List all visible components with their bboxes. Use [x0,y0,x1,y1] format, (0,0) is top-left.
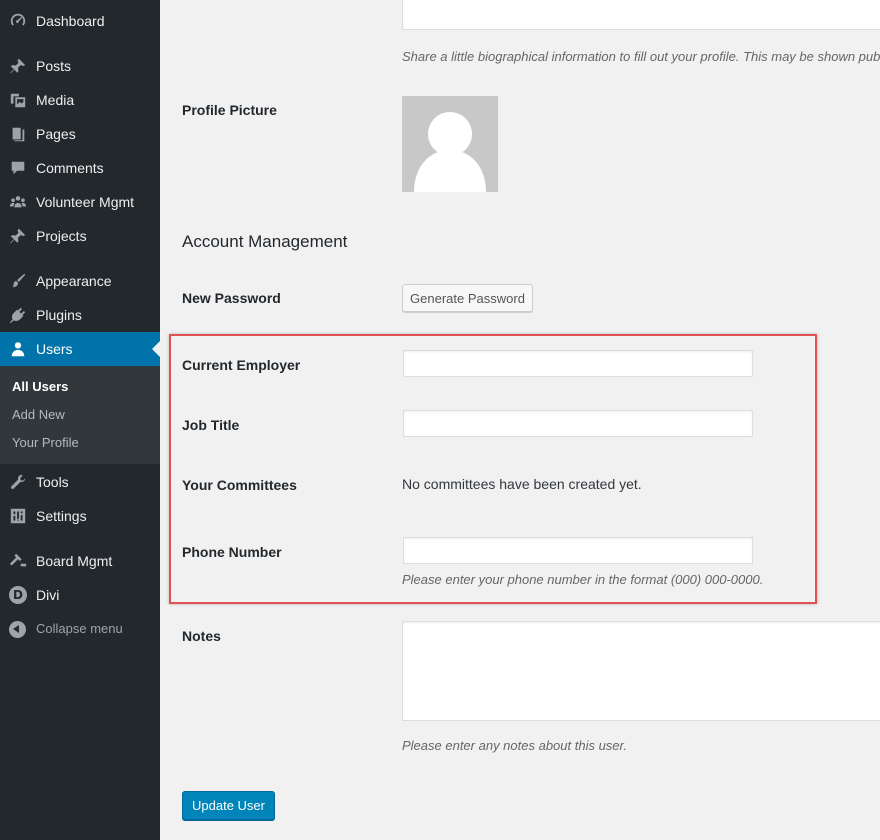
menu-label: Settings [36,508,87,524]
menu-label: Appearance [36,273,112,289]
job-title-input[interactable] [403,410,753,437]
collapse-menu-button[interactable]: Collapse menu [0,618,160,642]
menu-item-comments[interactable]: Comments [0,151,160,185]
profile-form: Share a little biographical information … [160,0,880,840]
notes-textarea[interactable] [402,621,880,721]
menu-item-divi[interactable]: D Divi [0,578,160,612]
menu-item-projects[interactable]: Projects [0,219,160,253]
wrench-icon [8,472,28,492]
menu-label: Comments [36,160,104,176]
avatar [402,96,498,192]
generate-password-button[interactable]: Generate Password [402,284,533,312]
pages-icon [8,124,28,144]
new-password-label: New Password [182,290,281,306]
notes-description: Please enter any notes about this user. [402,738,627,753]
menu-item-volunteer-mgmt[interactable]: Volunteer Mgmt [0,185,160,219]
notes-label: Notes [182,628,221,644]
menu-label: Volunteer Mgmt [36,194,135,210]
menu-label: Users [36,341,73,357]
users-submenu: All Users Add New Your Profile [0,366,160,464]
phone-number-input[interactable] [403,537,753,564]
menu-label: Pages [36,126,76,142]
phone-number-label: Phone Number [182,544,282,560]
menu-label: Posts [36,58,72,74]
comment-icon [8,158,28,178]
admin-sidebar: Dashboard Posts Media Pages Comments Vol… [0,0,160,840]
menu-item-board-mgmt[interactable]: Board Mgmt [0,544,160,578]
committees-status-text: No committees have been created yet. [402,476,642,492]
pin-icon [8,226,28,246]
menu-item-plugins[interactable]: Plugins [0,298,160,332]
submenu-add-new[interactable]: Add New [12,407,65,422]
profile-picture-label: Profile Picture [182,102,277,118]
collapse-menu-label: Collapse menu [36,621,123,636]
job-title-label: Job Title [182,417,240,433]
groups-icon [8,192,28,212]
paintbrush-icon [8,271,28,291]
pin-icon [8,56,28,76]
phone-number-description: Please enter your phone number in the fo… [402,572,764,587]
menu-item-posts[interactable]: Posts [0,49,160,83]
menu-label: Media [36,92,75,108]
hammer-icon [8,551,28,571]
menu-label: Projects [36,228,87,244]
plugin-icon [8,305,28,325]
media-icon [8,90,28,110]
section-title-account-management: Account Management [182,232,348,251]
biographical-info-textarea[interactable] [402,0,880,30]
menu-item-tools[interactable]: Tools [0,465,160,499]
menu-label: Dashboard [36,13,105,29]
update-user-button[interactable]: Update User [182,791,275,820]
default-avatar-icon [414,112,486,192]
menu-label: Board Mgmt [36,553,113,569]
menu-item-pages[interactable]: Pages [0,117,160,151]
submenu-your-profile[interactable]: Your Profile [12,435,79,450]
current-employer-input[interactable] [403,350,753,377]
current-employer-label: Current Employer [182,357,301,373]
divi-logo-icon: D [8,585,28,605]
user-icon [8,339,28,359]
menu-item-settings[interactable]: Settings [0,499,160,533]
menu-item-users[interactable]: Users [0,332,160,366]
collapse-arrow-icon [9,621,26,638]
menu-label: Plugins [36,307,82,323]
committees-label: Your Committees [182,477,297,493]
menu-item-appearance[interactable]: Appearance [0,264,160,298]
active-menu-arrow [152,341,160,357]
menu-item-media[interactable]: Media [0,83,160,117]
menu-label: Divi [36,587,60,603]
submenu-all-users[interactable]: All Users [12,379,68,394]
menu-item-dashboard[interactable]: Dashboard [0,4,160,38]
dashboard-icon [8,11,28,31]
menu-label: Tools [36,474,69,490]
bio-description: Share a little biographical information … [402,49,880,64]
settings-icon [8,506,28,526]
